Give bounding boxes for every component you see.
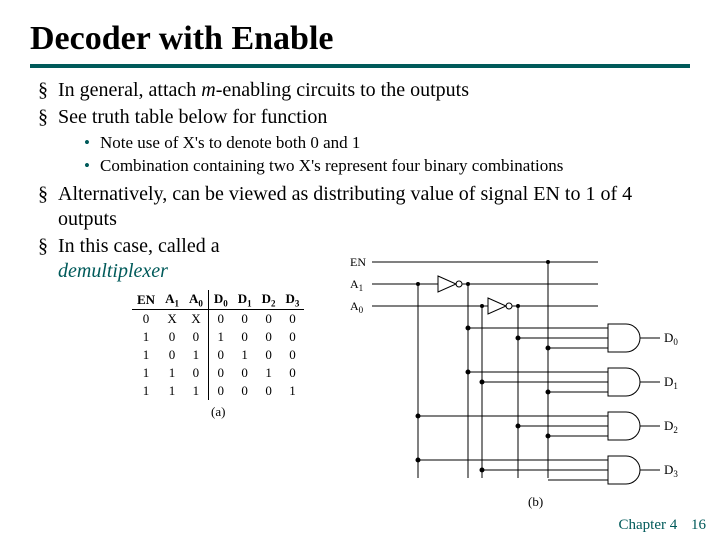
title-rule	[30, 64, 690, 68]
slide-footer: Chapter 4 16	[619, 517, 706, 534]
cell: 1	[132, 364, 160, 382]
caption-a: (a)	[132, 400, 304, 421]
cell: 1	[132, 328, 160, 346]
truth-table: EN A1 A0 D0 D1 D2 D3 0 X X 0 0 0 0	[132, 290, 304, 422]
cell: 0	[208, 382, 232, 400]
th: A	[189, 291, 198, 306]
circuit-diagram: EN A1 A0 D0 D1 D2 D3 (b)	[348, 248, 688, 518]
sub: 0	[359, 305, 364, 315]
table-row: 0 X X 0 0 0 0	[132, 310, 304, 329]
label-d1: D	[664, 374, 673, 389]
table-row: 1 0 0 1 0 0 0	[132, 328, 304, 346]
table-header-row: EN A1 A0 D0 D1 D2 D3	[132, 290, 304, 310]
label-en: EN	[350, 255, 366, 269]
sub-bullet-2: Combination containing two X's represent…	[84, 155, 690, 178]
sub: 1	[174, 298, 179, 308]
cell: 0	[160, 346, 184, 364]
cell: 0	[132, 310, 160, 329]
text-italic: m	[201, 79, 215, 101]
sub: 2	[673, 425, 678, 435]
sub: 3	[295, 298, 300, 308]
text-emph: demultiplexer	[58, 260, 168, 282]
th: D	[286, 291, 295, 306]
cell: 1	[257, 364, 281, 382]
cell: 0	[184, 328, 208, 346]
cell: 1	[160, 382, 184, 400]
cell: 0	[257, 382, 281, 400]
cell: 1	[132, 346, 160, 364]
slide-title: Decoder with Enable	[30, 20, 690, 58]
th: D	[262, 291, 271, 306]
cell: X	[184, 310, 208, 329]
table-row: 1 0 1 0 1 0 0	[132, 346, 304, 364]
cell: 0	[257, 310, 281, 329]
cell: 0	[184, 364, 208, 382]
label-d2: D	[664, 418, 673, 433]
sub: 1	[673, 381, 678, 391]
cell: 0	[160, 328, 184, 346]
table-body: 0 X X 0 0 0 0 1 0 0 1 0 0 0	[132, 310, 304, 422]
table-row: 1 1 0 0 0 1 0	[132, 364, 304, 382]
cell: 0	[208, 310, 232, 329]
cell: 1	[233, 346, 257, 364]
cell: X	[160, 310, 184, 329]
label-a0: A	[350, 299, 359, 313]
cell: 0	[233, 382, 257, 400]
caption-b: (b)	[528, 494, 543, 509]
cell: 0	[233, 328, 257, 346]
sub: 1	[359, 283, 364, 293]
footer-page: 16	[691, 517, 706, 533]
text: In general, attach	[58, 79, 201, 101]
th: D	[214, 291, 223, 306]
cell: 0	[257, 328, 281, 346]
cell: 0	[208, 346, 232, 364]
cell: 0	[281, 328, 305, 346]
sub: 0	[198, 298, 203, 308]
cell: 0	[233, 364, 257, 382]
sub: 2	[271, 298, 276, 308]
cell: 1	[184, 346, 208, 364]
cell: 1	[281, 382, 305, 400]
svg-text:A0: A0	[350, 299, 364, 315]
footer-chapter: Chapter 4	[619, 517, 678, 533]
table-row: 1 1 1 0 0 0 1	[132, 382, 304, 400]
th: EN	[137, 292, 155, 307]
svg-text:D3: D3	[664, 462, 678, 479]
label-d0: D	[664, 330, 673, 345]
bullet-1: In general, attach m-enabling circuits t…	[38, 78, 690, 103]
cell: 0	[281, 364, 305, 382]
sub: 3	[673, 469, 678, 479]
sub-bullet-1: Note use of X's to denote both 0 and 1	[84, 132, 690, 155]
cell: 0	[281, 346, 305, 364]
cell: 1	[208, 328, 232, 346]
label-a1: A	[350, 277, 359, 291]
cell: 1	[132, 382, 160, 400]
text: -enabling circuits to the outputs	[216, 79, 469, 101]
sub: 0	[223, 298, 228, 308]
svg-text:A1: A1	[350, 277, 363, 293]
text: See truth table below for function	[58, 106, 327, 128]
label-d3: D	[664, 462, 673, 477]
bullet-3: Alternatively, can be viewed as distribu…	[38, 182, 690, 232]
text: In this case, called a	[58, 235, 220, 257]
table-caption-row: (a)	[132, 400, 304, 421]
svg-text:D0: D0	[664, 330, 678, 347]
bullet-2: See truth table below for function Note …	[38, 105, 690, 178]
cell: 1	[184, 382, 208, 400]
cell: 0	[208, 364, 232, 382]
th: D	[238, 291, 247, 306]
cell: 0	[233, 310, 257, 329]
svg-text:D2: D2	[664, 418, 678, 435]
sub: 0	[673, 337, 678, 347]
cell: 0	[281, 310, 305, 329]
svg-text:D1: D1	[664, 374, 678, 391]
cell: 1	[160, 364, 184, 382]
cell: 0	[257, 346, 281, 364]
sub: 1	[247, 298, 252, 308]
